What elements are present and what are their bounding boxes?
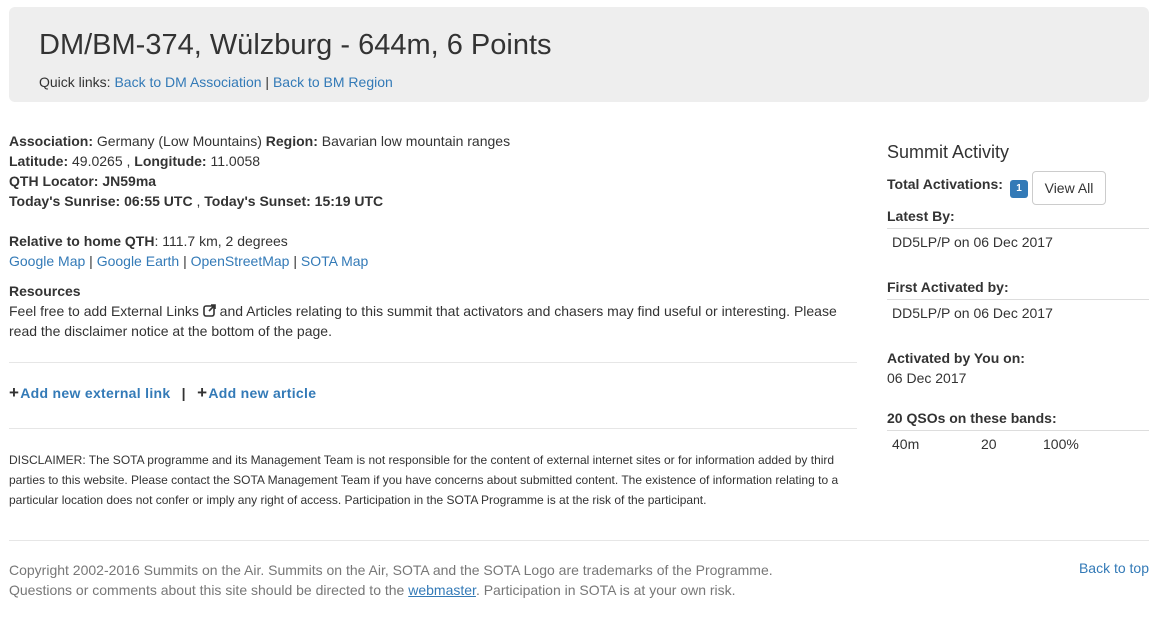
footer: Copyright 2002-2016 Summits on the Air. … [9,560,773,600]
association-line: Association: Germany (Low Mountains) Reg… [9,131,857,151]
contact-text-part-2: . Participation in SOTA is at your own r… [475,582,736,598]
resources-title: Resources [9,281,857,301]
longitude-label: Longitude: [134,153,207,169]
sun-times-line: Today's Sunrise: 06:55 UTC , Today's Sun… [9,193,384,209]
plus-icon: + [9,383,20,402]
association-label: Association: [9,133,94,149]
disclaimer-text: DISCLAIMER: The SOTA programme and its M… [9,453,839,507]
back-to-top-link[interactable]: Back to top [1079,560,1149,576]
qth-line: QTH Locator: JN59ma [9,171,857,191]
footer-divider [9,540,1149,541]
latest-by-label: Latest By: [887,208,1149,229]
region-label: Region: [265,133,318,149]
sunset-text: Today's Sunset: 15:19 UTC [204,193,384,209]
summit-header: DM/BM-374, Wülzburg - 644m, 6 Points Qui… [9,7,1149,102]
map-links: Google Map | Google Earth | OpenStreetMa… [9,253,369,269]
region-value: Bavarian low mountain ranges [321,133,511,149]
actions-separator: | [181,385,186,401]
page-title: DM/BM-374, Wülzburg - 644m, 6 Points [39,29,552,61]
band-qso-count: 20 [981,436,997,452]
quick-links: Quick links: Back to DM Association | Ba… [39,74,393,90]
webmaster-link[interactable]: webmaster [408,582,476,598]
association-value: Germany (Low Mountains) [96,133,262,149]
qth-value: JN59ma [102,173,157,189]
latitude-label: Latitude: [9,153,69,169]
resources-text: Feel free to add External Links and Arti… [9,301,857,341]
quick-links-separator: | [265,74,270,90]
total-activations-label: Total Activations: [887,176,1003,192]
first-activated-label: First Activated by: [887,279,1149,300]
latest-by-value: DD5LP/P on 06 Dec 2017 [892,234,1053,250]
qsos-label: 20 QSOs on these bands: [887,410,1149,431]
openstreetmap-link[interactable]: OpenStreetMap [191,253,290,269]
view-all-button[interactable]: View All [1032,171,1106,205]
back-to-region-link[interactable]: Back to BM Region [273,74,393,90]
first-activated-value: DD5LP/P on 06 Dec 2017 [892,305,1053,321]
band-name: 40m [892,436,920,452]
resources-text-part-1: Feel free to add External Links [9,303,199,319]
coordinates-line: Latitude: 49.0265 , Longitude: 11.0058 [9,153,261,169]
google-earth-link[interactable]: Google Earth [97,253,180,269]
relative-value: : 111.7 km, 2 degrees [154,233,288,249]
qth-label: QTH Locator: [9,173,99,189]
sunrise-text: Today's Sunrise: 06:55 UTC [9,193,193,209]
total-activations-badge: 1 [1010,180,1028,198]
longitude-value: 11.0058 [210,153,261,169]
copyright-text: Copyright 2002-2016 Summits on the Air. … [9,562,773,578]
quick-links-label: Quick links: [39,74,111,90]
resources-heading: Resources [9,283,81,299]
divider [9,428,857,429]
divider [9,362,857,363]
relative-label: Relative to home QTH [9,233,155,249]
summit-activity-title: Summit Activity [887,142,1010,162]
activated-by-you-value: 06 Dec 2017 [887,370,967,386]
activated-by-you-label: Activated by You on: [887,350,1025,366]
contact-text: Questions or comments about this site sh… [9,580,773,600]
add-article-button[interactable]: Add new article [208,385,316,401]
band-percentage: 100% [1043,436,1079,452]
external-link-icon [202,302,216,317]
back-to-association-link[interactable]: Back to DM Association [114,74,261,90]
summit-details: Association: Germany (Low Mountains) Reg… [9,131,857,341]
relative-line: Relative to home QTH: 111.7 km, 2 degree… [9,231,857,251]
add-content-links: +Add new external link | +Add new articl… [9,383,316,403]
add-external-link-button[interactable]: Add new external link [20,385,170,401]
latitude-value: 49.0265 [72,153,123,169]
sota-map-link[interactable]: SOTA Map [301,253,368,269]
google-map-link[interactable]: Google Map [9,253,85,269]
plus-icon: + [197,383,208,402]
contact-text-part-1: Questions or comments about this site sh… [9,582,405,598]
